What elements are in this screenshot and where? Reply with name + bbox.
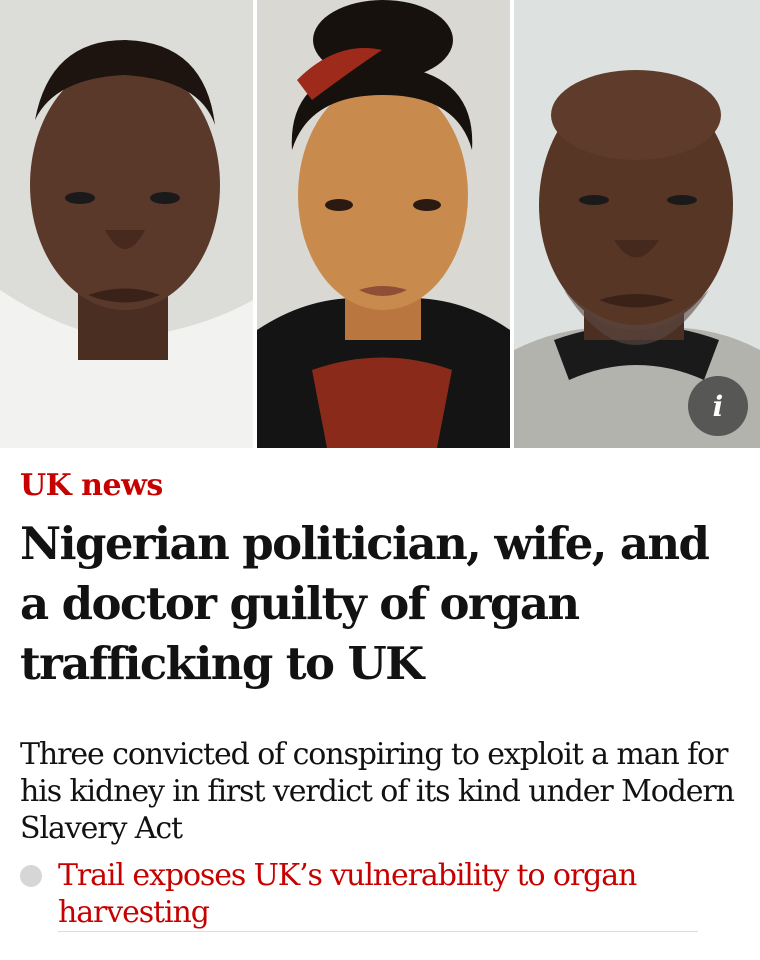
image-info-button[interactable]: i [688, 376, 748, 436]
bullet-dot-icon [20, 865, 42, 887]
info-icon: i [712, 389, 724, 423]
related-article[interactable]: Trail exposes UK’s vulnerability to orga… [20, 857, 740, 932]
section-label[interactable]: UK news [20, 466, 740, 506]
article-headline: Nigerian politician, wife, and a doctor … [20, 517, 710, 690]
photo-man-left [0, 0, 253, 448]
related-article-link[interactable]: Trail exposes UK’s vulnerability to orga… [58, 857, 698, 932]
article-page: i UK news Nigerian politician, wife, and… [0, 0, 760, 960]
lead-image[interactable]: i [0, 0, 760, 448]
article-body: UK news Nigerian politician, wife, and a… [20, 466, 740, 932]
article-standfirst: Three convicted of conspiring to exploit… [20, 737, 735, 846]
photo-woman-center [257, 0, 510, 448]
